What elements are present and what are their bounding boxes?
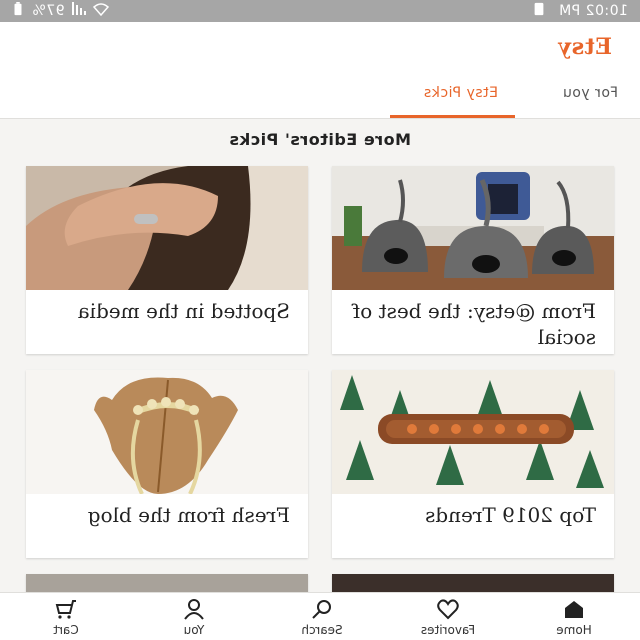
card-top-2019-trends[interactable]: Top 2019 Trends (332, 370, 614, 558)
heart-icon (437, 599, 459, 620)
app-header: Etsy (0, 22, 640, 70)
nav-label: Cart (53, 623, 79, 637)
card-label: Spotted in the media (77, 299, 290, 323)
tab-for-you[interactable]: For you (562, 85, 618, 101)
section-title: More Editors' Picks (229, 130, 411, 149)
nav-label: Search (301, 623, 343, 637)
nav-favorites[interactable]: Favorites (398, 597, 498, 637)
nav-label: Home (556, 623, 592, 637)
tab-etsy-picks[interactable]: Etsy Picks (424, 85, 499, 101)
leaf-hair-pin-photo (26, 370, 308, 494)
card-fresh-from-blog[interactable]: Fresh from the blog (26, 370, 308, 558)
bottom-navigation: Home Favorites Search You Cart (0, 592, 640, 640)
card-label: Top 2019 Trends (425, 503, 596, 527)
nav-you[interactable]: You (144, 597, 244, 637)
status-bar: 10:02 PM 97% (0, 0, 640, 22)
active-tab-indicator (390, 115, 515, 118)
battery-icon (10, 2, 26, 20)
sim-icon (531, 2, 547, 20)
tab-bar: For you Etsy Picks (0, 70, 640, 119)
wifi-icon (92, 2, 109, 20)
home-icon (565, 601, 583, 618)
card-label: Fresh from the blog (87, 503, 290, 527)
app-screen: 10:02 PM 97% Etsy For you Etsy Picks Mor… (0, 0, 640, 640)
woman-with-ring-photo (26, 166, 308, 290)
card-spotted-in-media[interactable]: Spotted in the media (26, 166, 308, 354)
battery-percent: 97% (32, 3, 65, 19)
etsy-logo[interactable]: Etsy (558, 34, 612, 60)
person-icon (184, 599, 204, 620)
cart-icon (55, 600, 76, 619)
status-time: 10:02 PM (558, 3, 628, 19)
search-icon (312, 600, 331, 619)
nav-home[interactable]: Home (524, 597, 624, 637)
nav-label: You (183, 623, 205, 637)
felt-cat-cave-photo (332, 166, 614, 290)
card-best-of-social[interactable]: From @etsy: the best of social (332, 166, 614, 354)
wooden-tray-photo (332, 370, 614, 494)
signal-icon (71, 2, 87, 20)
nav-search[interactable]: Search (272, 597, 372, 637)
nav-cart[interactable]: Cart (16, 597, 116, 637)
card-label: From @etsy: the best of social (352, 299, 596, 349)
nav-label: Favorites (420, 623, 476, 637)
